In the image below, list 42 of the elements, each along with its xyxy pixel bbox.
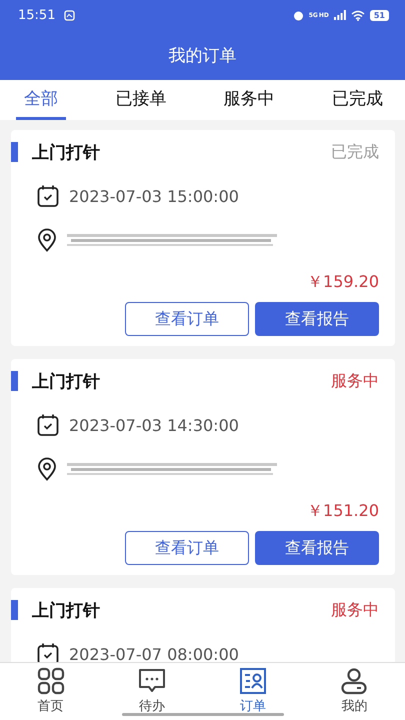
- location-pin-icon: [37, 457, 57, 481]
- status-time: 15:51: [18, 8, 56, 22]
- calendar-icon: [37, 642, 59, 662]
- calendar-icon: [37, 184, 59, 208]
- chat-icon: [138, 667, 166, 695]
- calendar-icon: [37, 413, 59, 437]
- filter-tab[interactable]: 全部: [16, 80, 66, 120]
- user-icon: [340, 667, 368, 695]
- nav-item[interactable]: 我的: [332, 663, 376, 720]
- filter-tab[interactable]: 已接单: [107, 80, 174, 120]
- filter-tab[interactable]: 服务中: [216, 80, 283, 120]
- battery-level: 51: [370, 10, 389, 20]
- order-title: 上门打针: [32, 600, 101, 622]
- grid-icon: [36, 667, 65, 695]
- order-status: 服务中: [331, 600, 379, 620]
- order-title: 上门打针: [32, 370, 101, 392]
- accent-bar: [11, 371, 18, 391]
- order-status: 服务中: [331, 370, 379, 392]
- nav-item[interactable]: 订单: [231, 663, 276, 720]
- location-pin-icon: [37, 228, 57, 252]
- gallery-icon: [64, 10, 76, 20]
- accent-bar: [11, 600, 18, 620]
- view-order-button[interactable]: 查看订单: [125, 531, 249, 565]
- wifi-icon: [350, 10, 365, 20]
- page-title: 我的订单: [168, 44, 238, 68]
- view-report-button[interactable]: 查看报告: [255, 531, 379, 565]
- order-price: ￥159.20: [306, 272, 379, 293]
- accent-bar: [11, 142, 18, 162]
- signal-icon: [334, 10, 346, 20]
- order-datetime: 2023-07-03 15:00:00: [69, 186, 239, 206]
- order-list-icon: [239, 667, 268, 695]
- filter-tab[interactable]: 已完成: [324, 80, 391, 120]
- alarm-icon: [292, 10, 304, 20]
- order-datetime: 2023-07-03 14:30:00: [69, 416, 239, 434]
- view-report-button[interactable]: 查看报告: [255, 302, 379, 336]
- order-status: 已完成: [331, 142, 379, 162]
- nav-item[interactable]: 首页: [28, 663, 73, 720]
- view-order-button[interactable]: 查看订单: [125, 302, 249, 336]
- order-datetime: 2023-07-07 08:00:00: [69, 644, 239, 662]
- nav-item[interactable]: 待办: [130, 663, 174, 720]
- order-title: 上门打针: [32, 142, 101, 164]
- order-price: ￥151.20: [306, 501, 379, 522]
